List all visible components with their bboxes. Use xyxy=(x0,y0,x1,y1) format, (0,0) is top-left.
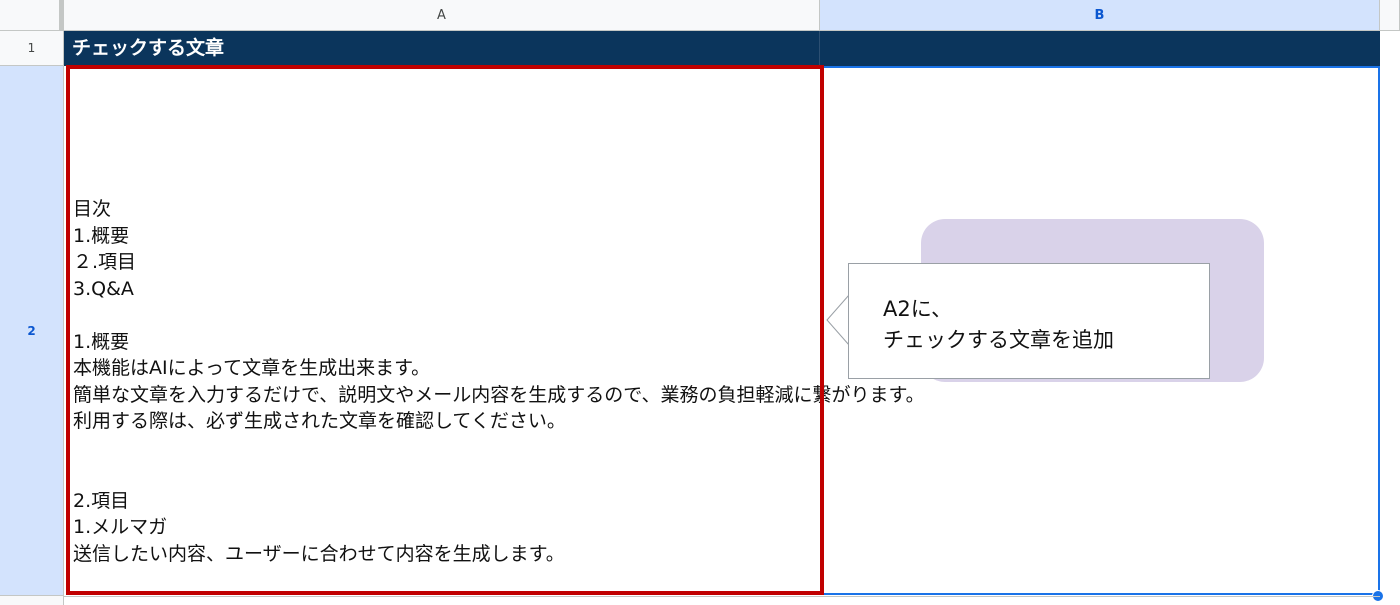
callout-text: A2に、 チェックする文章を追加 xyxy=(883,297,1114,352)
callout-bubble: A2に、 チェックする文章を追加 xyxy=(848,263,1210,379)
column-header-a[interactable]: A xyxy=(64,0,820,31)
grid-line xyxy=(64,596,1380,597)
cell-a2-text: 目次 1.概要 ２.項目 3.Q&A 1.概要 本機能はAIによって文章を生成出… xyxy=(73,198,925,565)
select-all-corner[interactable] xyxy=(0,0,64,31)
callout-tail xyxy=(826,293,852,347)
column-header-b[interactable]: B xyxy=(820,0,1380,31)
column-header-rest xyxy=(1380,0,1400,31)
row-header-3 xyxy=(0,596,64,605)
spreadsheet: A B 1 2 チェックする文章 目次 1.概要 ２.項目 3.Q&A 1.概要… xyxy=(0,0,1400,605)
cell-a1[interactable]: チェックする文章 xyxy=(64,31,820,66)
cell-a2[interactable]: 目次 1.概要 ２.項目 3.Q&A 1.概要 本機能はAIによって文章を生成出… xyxy=(64,66,925,596)
row-header-2[interactable]: 2 xyxy=(0,66,64,596)
row-1-band: チェックする文章 xyxy=(64,31,1380,66)
row-header-1[interactable]: 1 xyxy=(0,31,64,66)
